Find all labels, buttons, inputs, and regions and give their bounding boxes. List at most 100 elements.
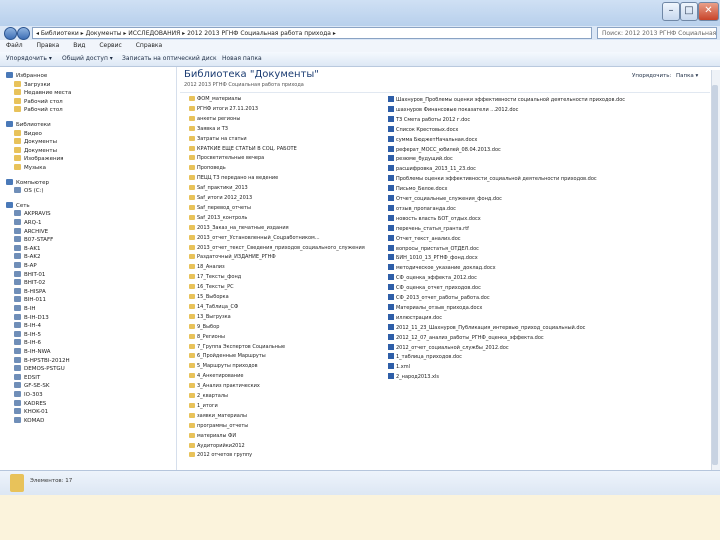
folder-item[interactable]: 2013_отчет_Установленный_Соцработником..… (189, 234, 379, 242)
close-button[interactable]: ✕ (698, 2, 719, 21)
nav-item[interactable]: IO-303 (14, 391, 43, 399)
nav-item[interactable]: B-AP (14, 262, 37, 270)
nav-item[interactable]: Загрузки (14, 80, 50, 89)
folder-item[interactable]: 5_Маршруты приходов (189, 363, 379, 370)
maximize-button[interactable]: □ (680, 2, 698, 21)
share-button[interactable]: Общий доступ ▾ (62, 52, 113, 66)
folder-item[interactable]: 16_Тексты_РС (189, 284, 379, 291)
nav-item[interactable]: B-HISPA (14, 287, 46, 296)
folder-item[interactable]: КРАТКИЕ ЕЩЕ СТАТЬИ В СОЦ. РАБОТЕ (189, 145, 379, 153)
organize-button[interactable]: Упорядочить ▾ (6, 52, 52, 66)
nav-group-computer[interactable]: Компьютер (6, 178, 49, 187)
document-item[interactable]: 2_народ2013.xls (388, 373, 708, 381)
nav-item[interactable]: B-IH (14, 305, 36, 313)
folder-item[interactable]: Saf_практики_2013 (189, 185, 379, 192)
nav-item[interactable]: DEMOS-PSTGU (14, 365, 65, 373)
folder-item[interactable]: Saf_перевод_отчеты (189, 204, 379, 212)
folder-item[interactable]: материалы ФИ (189, 432, 379, 440)
document-item[interactable]: Письмо_Белое.docx (388, 185, 708, 193)
nav-item[interactable]: Рабочий стол (14, 106, 63, 114)
search-input[interactable]: Поиск: 2012 2013 РГНФ Социальная... (597, 27, 717, 39)
nav-item[interactable]: BIH-011 (14, 296, 46, 304)
folder-item[interactable]: Просветительные вечера (189, 155, 379, 162)
document-item[interactable]: 1_таблица_приходов.doc (388, 353, 708, 361)
arrange-dropdown[interactable]: Папка ▾ (676, 73, 698, 79)
document-item[interactable]: СФ_оценка_отчет_приходов.doc (388, 284, 708, 292)
document-item[interactable]: реферат_МОСС_юбилей_08.04.2013.doc (388, 145, 708, 154)
folder-item[interactable]: Затраты на статьи (189, 135, 379, 143)
nav-item[interactable]: Музыка (14, 164, 46, 172)
document-item[interactable]: 2012_12_07_анализ_работы_РГНФ_оценка_эфф… (388, 333, 708, 342)
folder-item[interactable]: ПЕЦЦ Т3 передано на ведение (189, 175, 379, 182)
folder-item[interactable]: РГНФ итоги 27.11.2013 (189, 105, 379, 113)
document-item[interactable]: сумма БюджетНачальная.docx (388, 135, 708, 144)
folder-item[interactable]: 18_Анализ (189, 264, 379, 271)
scrollbar-thumb[interactable] (712, 85, 718, 465)
nav-item[interactable]: KOMAD (14, 416, 44, 425)
folder-item[interactable]: Аудиторийки2012 (189, 442, 379, 450)
document-item[interactable]: БИН_1010_13_РГНФ_фонд.docx (388, 254, 708, 262)
nav-item[interactable]: B-IH-5 (14, 330, 41, 339)
nav-item[interactable]: GF-SE-SK (14, 382, 49, 390)
nav-item[interactable]: EDSIT (14, 373, 40, 382)
folder-item[interactable]: 4_Анкетирование (189, 373, 379, 380)
folder-item[interactable]: Раздаточный_ИЗДАНИЕ_РГНФ (189, 254, 379, 261)
nav-item[interactable]: ARQ-1 (14, 219, 42, 227)
document-item[interactable]: Отчет_текст_анализ.doc (388, 234, 708, 243)
folder-item[interactable]: 2012 отчетов группу (189, 452, 379, 459)
document-item[interactable]: 2012_отчет_социальной_службы_2012.doc (388, 343, 708, 352)
document-item[interactable]: перечень_статья_гранта.rtf (388, 224, 708, 233)
address-path[interactable]: ◂ Библиотеки ▸ Документы ▸ ИССЛЕДОВАНИЯ … (32, 27, 592, 39)
folder-item[interactable]: программы_отчеты (189, 422, 379, 430)
folder-item[interactable]: 17_Тексты_фонд (189, 274, 379, 281)
nav-item[interactable]: KHOK-01 (14, 408, 48, 416)
nav-item[interactable]: B-IH-4 (14, 322, 41, 330)
document-item[interactable]: Проблемы оценки эффективности_социальной… (388, 175, 708, 183)
folder-item[interactable]: Заявка и ТЗ (189, 125, 379, 133)
document-item[interactable]: резюме_будущий.doc (388, 155, 708, 163)
folder-item[interactable]: 14_Таблица_СФ (189, 303, 379, 311)
nav-group-libraries[interactable]: Библиотеки (6, 121, 51, 129)
document-item[interactable]: вопросы_пристатья_ОТДЕЛ.doc (388, 244, 708, 253)
nav-item[interactable]: Видео (14, 129, 42, 138)
nav-item[interactable]: B-HPSTBI-2012H (14, 356, 70, 365)
document-item[interactable]: шахнуров Финансовые показатели ...2012.d… (388, 105, 708, 114)
forward-button[interactable] (17, 27, 30, 40)
document-item[interactable]: Список Крестовых.docx (388, 125, 708, 134)
folder-item[interactable]: 7_Группа Экспертов Социальные (189, 343, 379, 351)
folder-item[interactable]: Saf_2013_контроль (189, 214, 379, 222)
document-item[interactable]: иллюстрация.doc (388, 313, 708, 322)
folder-item[interactable]: 8_Регионы (189, 333, 379, 341)
nav-item[interactable]: BHIT-01 (14, 270, 45, 279)
folder-item[interactable]: 2013_Заказ_на_печатные_издания (189, 224, 379, 232)
menu-help[interactable]: Справка (136, 42, 162, 49)
nav-item[interactable]: B-AK1 (14, 244, 41, 253)
nav-item[interactable]: Документы (14, 138, 57, 146)
folder-item[interactable]: ФОМ_материалы (189, 96, 379, 103)
document-item[interactable]: Материалы_отзыв_прихода.docx (388, 303, 708, 312)
folder-item[interactable]: заявки_материалы (189, 412, 379, 420)
document-item[interactable]: методическое_указание_доклад.docx (388, 264, 708, 272)
nav-item[interactable]: OS (C:) (14, 187, 44, 195)
nav-item[interactable]: KADRES (14, 399, 46, 408)
document-item[interactable]: 2012_11_23_Шахнуров_Публикация_интервью_… (388, 323, 708, 332)
nav-item[interactable]: Рабочий стол (14, 97, 63, 106)
folder-item[interactable]: 15_Выборка (189, 294, 379, 301)
nav-item[interactable]: ARCHIVE (14, 227, 48, 236)
back-button[interactable] (4, 27, 17, 40)
document-item[interactable]: расшифровка_2013_11_23.doc (388, 165, 708, 173)
menu-edit[interactable]: Правка (37, 42, 60, 49)
nav-group-favorites[interactable]: Избранное (6, 72, 47, 80)
nav-item[interactable]: B-IH-6 (14, 339, 41, 347)
folder-item[interactable]: 3_Анализ практических (189, 383, 379, 390)
folder-item[interactable]: 6_Пройденные Маршруты (189, 353, 379, 360)
nav-item[interactable]: B07-STAFF (14, 236, 53, 244)
document-item[interactable]: Шахнуров_Проблемы оценки эффективности с… (388, 96, 708, 104)
document-item[interactable]: ТЗ Смета работы 2012 г.doc (388, 115, 708, 124)
folder-item[interactable]: 2013_отчет_текст_Сведения_приходов_социа… (189, 244, 379, 252)
document-item[interactable]: СФ_оценка_эффекта_2012.doc (388, 274, 708, 282)
menu-tools[interactable]: Сервис (99, 42, 121, 49)
menu-view[interactable]: Вид (73, 42, 85, 49)
nav-item[interactable]: BHIT-02 (14, 279, 45, 287)
folder-item[interactable]: 9_Выбор (189, 323, 379, 331)
